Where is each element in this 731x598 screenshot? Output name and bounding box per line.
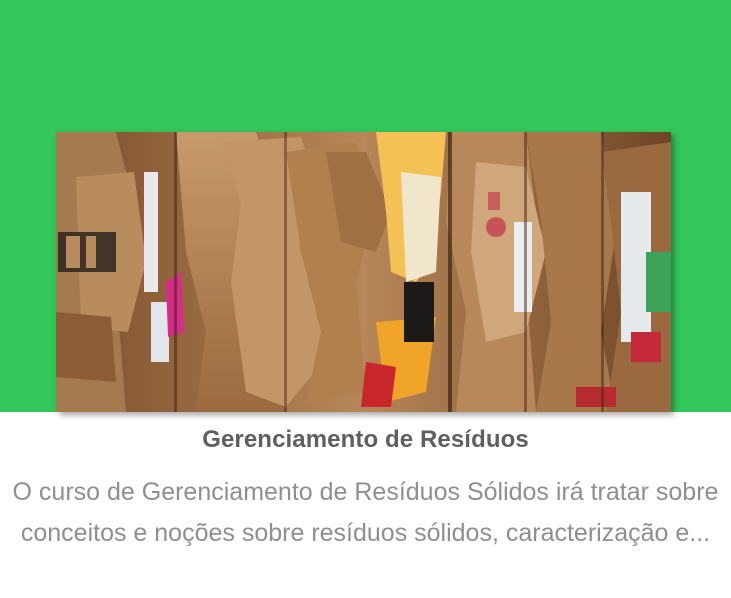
course-cover-image[interactable] [56, 132, 671, 412]
course-card[interactable]: Gerenciamento de Resíduos O curso de Ger… [0, 0, 731, 598]
course-title[interactable]: Gerenciamento de Resíduos [0, 426, 731, 454]
course-description: O curso de Gerenciamento de Resíduos Sól… [12, 478, 719, 547]
card-header-band [0, 0, 731, 412]
card-body: Gerenciamento de Resíduos O curso de Ger… [0, 412, 731, 598]
